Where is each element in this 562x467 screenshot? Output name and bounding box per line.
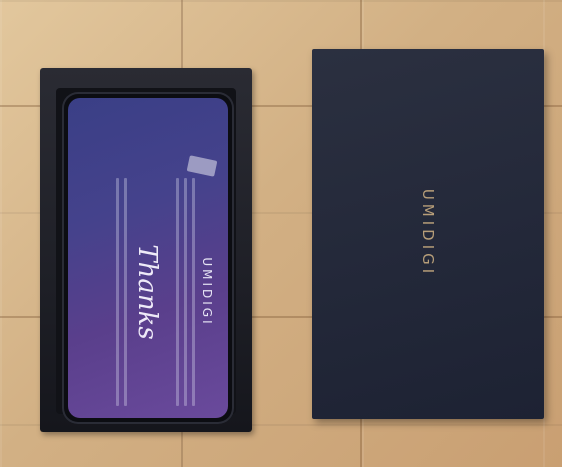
phone: UMIDIGI Thanks <box>62 92 234 424</box>
lid-logo: UMIDIGI <box>419 188 437 278</box>
card-thanks: Thanks <box>132 244 162 340</box>
card-text-line <box>116 178 119 406</box>
card-brand: UMIDIGI <box>200 257 214 327</box>
card-text-line <box>192 178 195 406</box>
box-lid: UMIDIGI <box>312 49 544 419</box>
phone-screen: UMIDIGI Thanks <box>68 98 228 418</box>
card-text-line <box>124 178 127 406</box>
thank-you-card: UMIDIGI Thanks <box>94 162 214 418</box>
card-text-line <box>176 178 179 406</box>
card-text-line <box>184 178 187 406</box>
open-phone-box: UMIDIGI Thanks <box>40 68 252 432</box>
